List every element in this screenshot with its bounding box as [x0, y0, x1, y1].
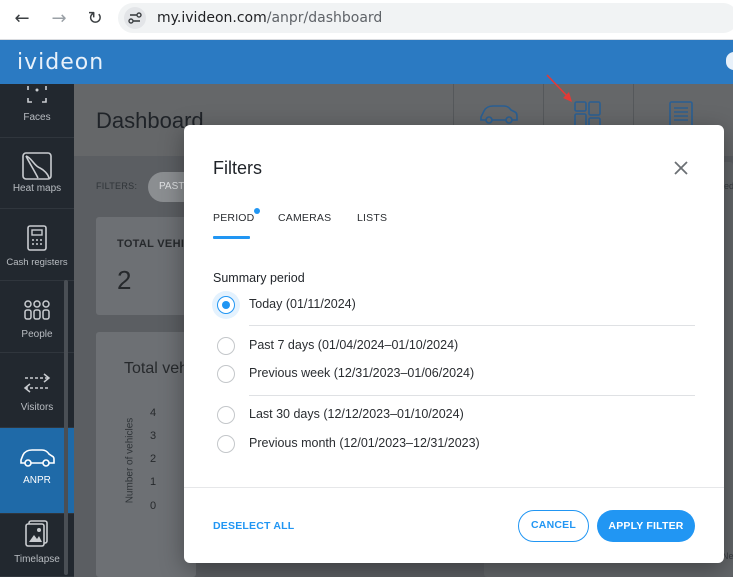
sidebar-item-label: Timelapse [14, 554, 60, 565]
sidebar-item-faces[interactable]: Faces [0, 84, 74, 138]
sidebar-scrollbar[interactable] [64, 280, 68, 575]
car-icon [20, 449, 55, 467]
sidebar-item-cash-registers[interactable]: Cash registers [0, 209, 74, 281]
vehicles-view-car-icon[interactable] [478, 102, 520, 126]
period-option-label: Previous month (12/01/2023–12/31/2023) [249, 436, 480, 450]
divider [249, 325, 695, 326]
ivideon-logo[interactable]: ivideon [17, 50, 104, 75]
sidebar-item-label: ANPR [23, 475, 51, 486]
y-tick-label: 4 [150, 407, 157, 419]
apply-filter-button[interactable]: APPLY FILTER [597, 510, 695, 542]
sidebar-item-label: Cash registers [6, 257, 68, 268]
period-option-label: Today (01/11/2024) [249, 297, 356, 311]
y-tick-label: 1 [150, 476, 157, 488]
back-arrow-icon[interactable]: ← [11, 8, 33, 30]
y-tick-label: 0 [150, 500, 157, 512]
user-avatar[interactable] [726, 52, 733, 70]
total-vehicles-value: 2 [117, 265, 132, 295]
reload-icon[interactable]: ↻ [84, 8, 106, 30]
cash-register-icon [27, 225, 47, 251]
clipped-text: ed [724, 181, 733, 191]
total-vehicles-card [96, 217, 196, 315]
tab-period-indicator-dot [254, 208, 260, 214]
tab-period[interactable]: PERIOD [213, 212, 254, 224]
timelapse-icon [25, 520, 48, 547]
sidebar-item-label: Visitors [20, 402, 54, 413]
heat-map-icon [22, 152, 52, 180]
url-host: my.ivideon.com [157, 10, 267, 26]
sidebar-item-label: Heat maps [12, 183, 62, 194]
radio-button[interactable] [217, 435, 235, 453]
sidebar-item-visitors[interactable]: Visitors [0, 353, 74, 428]
deselect-all-button[interactable]: DESELECT ALL [213, 520, 294, 532]
radio-button-checked[interactable] [217, 296, 235, 314]
sidebar-item-label: Faces [23, 112, 51, 123]
sidebar-item-label: People [21, 329, 53, 340]
filter-chip-label: PAST [159, 181, 185, 192]
period-option-label: Past 7 days (01/04/2024–01/10/2024) [249, 338, 459, 352]
url-path: /anpr/dashboard [266, 10, 383, 26]
tab-lists[interactable]: LISTS [357, 212, 387, 224]
app-header [0, 40, 733, 84]
filters-label: FILTERS: [96, 181, 138, 191]
summary-period-label: Summary period [213, 271, 305, 285]
site-settings-icon[interactable] [124, 7, 146, 29]
period-option-label: Previous week (12/31/2023–01/06/2024) [249, 366, 475, 380]
visitors-arrows-icon [23, 373, 51, 393]
face-scan-icon [27, 86, 47, 103]
sidebar-item-anpr[interactable]: ANPR [0, 428, 74, 514]
dialog-footer-divider [184, 487, 724, 488]
tab-cameras[interactable]: CAMERAS [278, 212, 331, 224]
dialog-title: Filters [213, 158, 262, 178]
period-option-label: Last 30 days (12/12/2023–01/10/2024) [249, 407, 464, 421]
radio-button[interactable] [217, 406, 235, 424]
forward-arrow-icon[interactable]: → [48, 8, 70, 30]
divider [249, 395, 695, 396]
people-icon [24, 300, 50, 320]
y-tick-label: 3 [150, 430, 157, 442]
radio-button[interactable] [217, 337, 235, 355]
y-tick-label: 2 [150, 453, 157, 465]
close-icon[interactable] [670, 157, 692, 179]
sidebar-item-people[interactable]: People [0, 281, 74, 353]
url-text[interactable]: my.ivideon.com/anpr/dashboard [157, 10, 382, 26]
sidebar-item-timelapse[interactable]: Timelapse [0, 514, 74, 577]
radio-button[interactable] [217, 365, 235, 383]
sidebar-item-heat-maps[interactable]: Heat maps [0, 138, 74, 209]
active-tab-underline [213, 236, 250, 239]
sidebar: Faces Heat maps Cash registers People Vi… [0, 84, 74, 577]
y-axis-label: Number of vehicles [124, 417, 136, 504]
chart-title: Total vehi [124, 360, 192, 377]
cancel-button[interactable]: CANCEL [518, 510, 589, 542]
